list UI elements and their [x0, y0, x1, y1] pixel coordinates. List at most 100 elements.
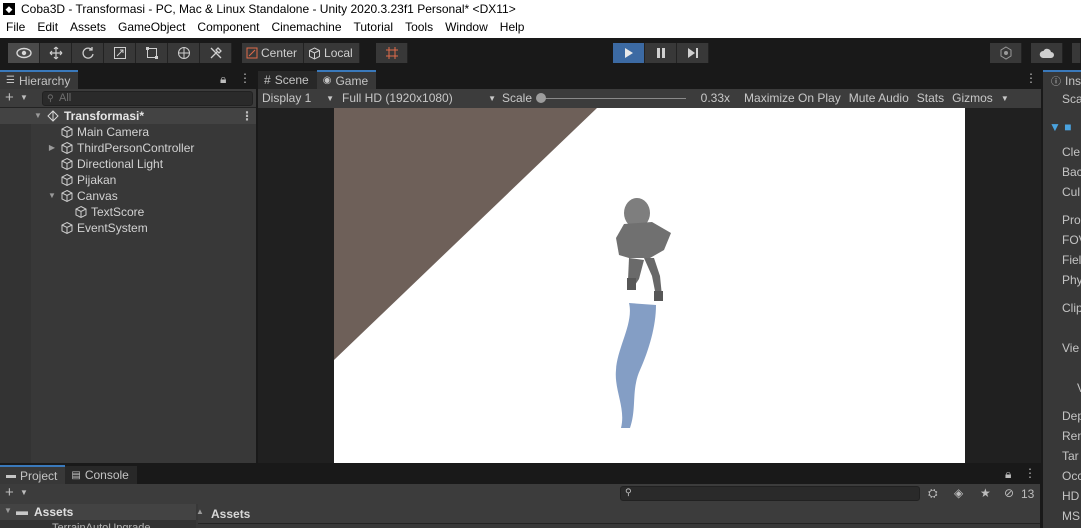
hierarchy-panel: ☰ Hierarchy 🔒︎ ⋮ + ▼ ⚲ All ▼ Transformas… [0, 70, 256, 463]
tab-inspector[interactable]: ⓘ Ins [1043, 70, 1081, 89]
hierarchy-item-main-camera[interactable]: Main Camera [0, 124, 256, 140]
assets-folder-row[interactable]: ▼ ▬ Assets [0, 504, 196, 520]
pivot-center-button[interactable]: Center [242, 43, 305, 63]
folder-icon: ▬ [16, 504, 28, 518]
favorites-star-icon[interactable]: ★ [980, 486, 991, 500]
menu-component[interactable]: Component [191, 17, 265, 38]
game-tabbar: # Scene ◉ Game ⋮ [258, 70, 1041, 89]
hierarchy-search-input[interactable]: ⚲ All [42, 91, 253, 106]
project-search-input[interactable]: ⚲ [620, 486, 920, 501]
scale-slider-track [540, 98, 687, 99]
project-kebab-menu-icon[interactable]: ⋮ [1024, 466, 1036, 480]
resolution-label: Full HD (1920x1080) [342, 91, 453, 105]
scene-menu-icon[interactable]: ⋮ [241, 108, 253, 124]
folder-icon: ▬ [6, 470, 16, 481]
collab-button[interactable] [990, 43, 1022, 63]
breadcrumb-assets[interactable]: Assets [211, 507, 250, 521]
inspector-row: Pro [1062, 213, 1081, 227]
hierarchy-item-directional-light[interactable]: Directional Light [0, 156, 256, 172]
step-button[interactable] [677, 43, 709, 63]
filter-by-type-icon[interactable]: ⛭ [928, 486, 938, 501]
scale-slider[interactable] [536, 89, 687, 108]
create-plus-icon[interactable]: + [5, 89, 14, 106]
stats-toggle[interactable]: Stats [913, 89, 948, 108]
transform-tool-button[interactable] [168, 43, 200, 63]
hidden-packages-icon[interactable]: ⊘ [1004, 486, 1014, 500]
menu-window[interactable]: Window [439, 17, 494, 38]
game-viewport[interactable] [334, 108, 965, 463]
scale-label: Scale [502, 91, 533, 105]
expand-arrow-icon[interactable]: ▼ [47, 188, 57, 204]
pivot-local-button[interactable]: Local [304, 43, 360, 63]
scene-row[interactable]: ▼ Transformasi* ⋮ [0, 108, 256, 124]
hierarchy-item-event-system[interactable]: EventSystem [0, 220, 256, 236]
resolution-dropdown[interactable]: Full HD (1920x1080) ▼ [338, 89, 498, 108]
project-lock-icon[interactable]: 🔒︎ [1005, 467, 1011, 482]
project-create-plus-icon[interactable]: + [5, 484, 14, 501]
menu-file[interactable]: File [0, 17, 31, 38]
tab-project[interactable]: ▬ Project [0, 465, 66, 484]
mute-audio-toggle[interactable]: Mute Audio [845, 89, 913, 108]
gizmos-dropdown-icon[interactable]: ▼ [997, 89, 1013, 108]
move-tool-button[interactable] [40, 43, 72, 63]
menu-tools[interactable]: Tools [399, 17, 439, 38]
play-button[interactable] [613, 43, 645, 63]
search-icon: ⚲ [625, 487, 632, 497]
tab-game[interactable]: ◉ Game [316, 70, 377, 89]
play-controls [613, 43, 709, 63]
tab-scene[interactable]: # Scene [258, 70, 317, 89]
transform-globe-icon [177, 47, 190, 59]
hierarchy-item-third-person-controller[interactable]: ▶ ThirdPersonController [0, 140, 256, 156]
kebab-menu-icon[interactable]: ⋮ [239, 71, 251, 85]
game-controls-bar: Display 1 ▼ Full HD (1920x1080) ▼ Scale … [258, 89, 1041, 108]
hierarchy-search-placeholder: All [59, 92, 72, 104]
inspector-row: HD [1062, 489, 1080, 503]
rect-tool-button[interactable] [136, 43, 168, 63]
camera-component-icon: ▼ ■ [1049, 120, 1072, 134]
lock-icon[interactable]: 🔒︎ [220, 72, 226, 87]
menu-help[interactable]: Help [494, 17, 531, 38]
collapse-arrow-icon[interactable]: ▲ [196, 507, 204, 516]
tab-hierarchy[interactable]: ☰ Hierarchy [0, 70, 79, 89]
filter-by-label-icon[interactable]: ◈ [954, 486, 963, 500]
grid-snap-icon [385, 47, 398, 59]
rotate-tool-button[interactable] [72, 43, 104, 63]
create-dropdown-icon[interactable]: ▼ [20, 93, 28, 102]
expand-arrow-icon[interactable]: ▶ [47, 140, 57, 156]
hierarchy-item-pijakan[interactable]: Pijakan [0, 172, 256, 188]
tab-game-label: Game [335, 73, 369, 88]
tools-wrench-icon [210, 47, 222, 59]
menu-cinemachine[interactable]: Cinemachine [265, 17, 347, 38]
gizmos-toggle[interactable]: Gizmos [948, 89, 997, 108]
menu-assets[interactable]: Assets [64, 17, 112, 38]
custom-tool-button[interactable] [200, 43, 232, 63]
menu-tutorial[interactable]: Tutorial [348, 17, 400, 38]
pause-button[interactable] [645, 43, 677, 63]
hierarchy-tabbar: ☰ Hierarchy 🔒︎ ⋮ [0, 70, 256, 89]
scale-tool-button[interactable] [104, 43, 136, 63]
hierarchy-item-canvas[interactable]: ▼ Canvas [0, 188, 256, 204]
scale-slider-knob[interactable] [536, 93, 547, 103]
menu-gameobject[interactable]: GameObject [112, 17, 191, 38]
maximize-on-play-toggle[interactable]: Maximize On Play [740, 89, 845, 108]
hierarchy-item-text-score[interactable]: TextScore [0, 204, 256, 220]
inspector-row: Sca [1062, 92, 1081, 106]
menu-edit[interactable]: Edit [31, 17, 64, 38]
snap-tools [376, 43, 408, 63]
expand-arrow-icon[interactable]: ▼ [4, 506, 12, 515]
inspector-row: MS [1062, 509, 1080, 523]
expand-arrow-icon[interactable]: ▼ [33, 108, 43, 124]
tab-console[interactable]: ▤ Console [65, 465, 137, 484]
scene-label: Transformasi* [64, 109, 145, 123]
rotate-icon [81, 47, 94, 59]
project-create-dropdown-icon[interactable]: ▼ [20, 488, 28, 497]
grid-snap-button[interactable] [376, 43, 408, 63]
display-dropdown[interactable]: Display 1 ▼ [258, 89, 338, 108]
cloud-button[interactable] [1031, 43, 1063, 63]
tab-inspector-label: Ins [1065, 73, 1081, 88]
game-kebab-menu-icon[interactable]: ⋮ [1025, 71, 1037, 85]
view-tool-button[interactable] [8, 43, 40, 63]
hierarchy-list-icon: ☰ [6, 75, 15, 86]
account-button[interactable] [1072, 43, 1081, 63]
character-model [616, 198, 671, 301]
